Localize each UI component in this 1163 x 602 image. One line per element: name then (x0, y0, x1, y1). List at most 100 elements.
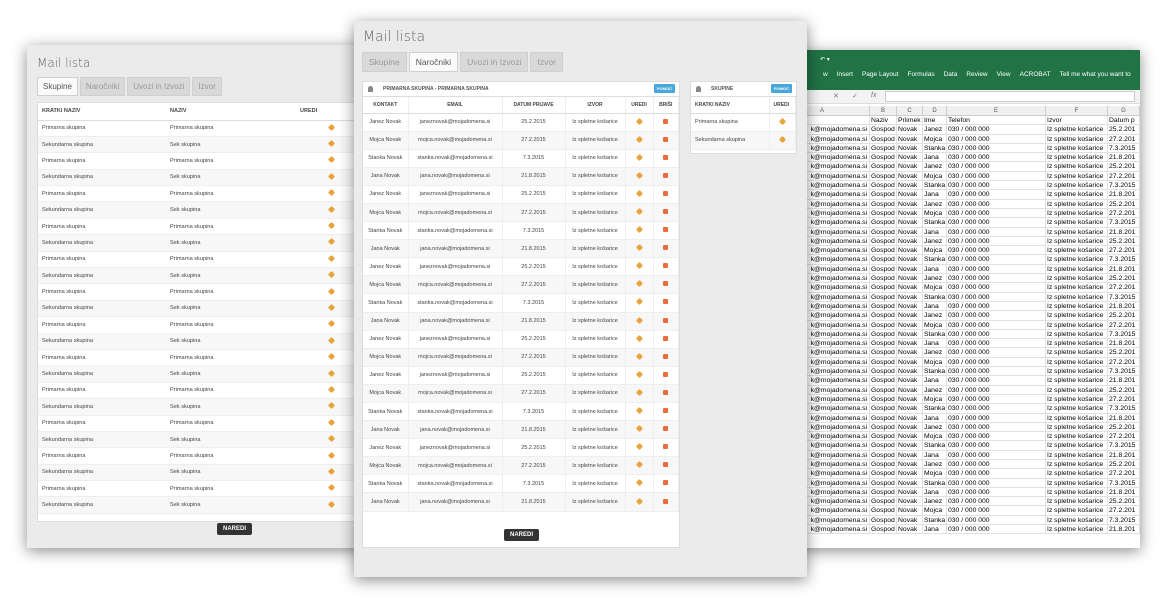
sheet-cell[interactable]: Jana (923, 153, 947, 162)
pencil-icon[interactable] (327, 189, 335, 197)
header-short-name[interactable]: KRATKI NAZIV (38, 103, 166, 121)
pencil-icon[interactable] (635, 443, 643, 451)
sheet-cell[interactable]: Novak (897, 459, 923, 469)
sheet-cell[interactable]: Mojca (923, 134, 947, 143)
header-source[interactable]: IZVOR (565, 97, 626, 114)
delete-icon[interactable] (663, 299, 669, 305)
sheet-cell[interactable]: 030 / 000 000 (947, 236, 1046, 246)
ribbon-tab[interactable]: ACROBAT (1020, 71, 1051, 78)
sheet-cell[interactable]: Iz spletne košarice (1046, 153, 1108, 162)
sheet-cell[interactable]: Novak (897, 413, 923, 422)
sheet-cell[interactable]: Novak (897, 171, 923, 181)
sheet-cell[interactable]: 030 / 000 000 (947, 329, 1046, 339)
sheet-cell[interactable]: Novak (897, 487, 923, 497)
sheet-cell[interactable]: Novak (897, 236, 923, 246)
sheet-cell[interactable]: 7.3.2015 (1108, 478, 1140, 487)
sheet-cell[interactable]: 21.8.201 (1108, 413, 1140, 422)
tab-uvozi-izvozi[interactable]: Uvozi in Izvozi (127, 77, 191, 96)
sheet-cell[interactable]: 030 / 000 000 (947, 357, 1046, 367)
sheet-cell[interactable]: Novak (897, 515, 923, 525)
sheet-cell[interactable]: 7.3.2015 (1108, 404, 1140, 413)
sheet-cell[interactable]: Gospod (870, 255, 897, 264)
sheet-cell[interactable]: 030 / 000 000 (947, 134, 1046, 143)
column-letter[interactable]: G (1108, 106, 1140, 115)
sheet-cell[interactable]: 030 / 000 000 (947, 171, 1046, 181)
sheet-cell[interactable]: 25.2.201 (1108, 422, 1140, 432)
pencil-icon[interactable] (327, 369, 335, 377)
ribbon-tab[interactable]: Tell me what you want to (1060, 71, 1131, 78)
sheet-cell[interactable]: Iz spletne košarice (1046, 320, 1108, 329)
create-button[interactable]: NAREDI (217, 523, 253, 535)
sheet-cell[interactable]: Iz spletne košarice (1046, 422, 1108, 432)
sheet-cell[interactable]: 27.2.201 (1108, 246, 1140, 255)
sheet-cell[interactable]: Janez (923, 125, 947, 134)
sheet-cell[interactable]: 030 / 000 000 (947, 339, 1046, 348)
sheet-cell[interactable]: Gospod (870, 515, 897, 525)
sheet-cell[interactable]: Iz spletne košarice (1046, 190, 1108, 199)
sheet-cell[interactable]: Iz spletne košarice (1046, 394, 1108, 404)
delete-icon[interactable] (663, 408, 669, 414)
sheet-cell[interactable]: Iz spletne košarice (1046, 134, 1108, 143)
sheet-cell[interactable]: Novak (897, 283, 923, 292)
side-help-button[interactable]: POMOČ (770, 84, 792, 93)
pencil-icon[interactable] (635, 189, 643, 197)
sheet-cell[interactable]: 25.2.201 (1108, 459, 1140, 469)
delete-icon[interactable] (663, 462, 669, 468)
sheet-cell[interactable]: 21.8.201 (1108, 227, 1140, 236)
sheet-cell[interactable]: 030 / 000 000 (947, 367, 1046, 376)
pencil-icon[interactable] (327, 353, 335, 361)
ribbon-tab[interactable]: Data (944, 71, 958, 78)
sheet-cell[interactable]: Novak (897, 292, 923, 301)
sheet-cell[interactable]: 030 / 000 000 (947, 292, 1046, 301)
sheet-cell[interactable]: 27.2.201 (1108, 171, 1140, 181)
sheet-header-cell[interactable]: Ime (923, 116, 947, 125)
sheet-cell[interactable]: 27.2.201 (1108, 134, 1140, 143)
sheet-cell[interactable]: Gospod (870, 153, 897, 162)
delete-icon[interactable] (663, 317, 669, 323)
tab-skupine[interactable]: Skupine (362, 52, 407, 72)
sheet-cell[interactable]: Gospod (870, 413, 897, 422)
delete-icon[interactable] (663, 371, 669, 377)
sheet-header-cell[interactable]: Izvor (1046, 116, 1108, 125)
sheet-cell[interactable]: 030 / 000 000 (947, 190, 1046, 199)
ribbon-tab[interactable]: Review (966, 71, 987, 78)
sheet-cell[interactable]: Gospod (870, 469, 897, 478)
sheet-cell[interactable]: Gospod (870, 134, 897, 143)
sheet-cell[interactable]: Gospod (870, 236, 897, 246)
sheet-cell[interactable]: Iz spletne košarice (1046, 478, 1108, 487)
sheet-cell[interactable]: 030 / 000 000 (947, 348, 1046, 357)
pencil-icon[interactable] (635, 497, 643, 505)
sheet-cell[interactable]: Jana (923, 525, 947, 534)
sheet-cell[interactable]: Iz spletne košarice (1046, 441, 1108, 450)
sheet-cell[interactable]: Iz spletne košarice (1046, 385, 1108, 394)
sheet-cell[interactable]: Novak (897, 181, 923, 190)
sheet-cell[interactable]: 030 / 000 000 (947, 153, 1046, 162)
sheet-cell[interactable]: 7.3.2015 (1108, 255, 1140, 264)
sheet-cell[interactable]: Gospod (870, 432, 897, 441)
sheet-cell[interactable]: Gospod (870, 171, 897, 181)
sheet-cell[interactable]: 27.2.201 (1108, 469, 1140, 478)
sheet-cell[interactable]: 7.3.2015 (1108, 292, 1140, 301)
sheet-cell[interactable]: 030 / 000 000 (947, 181, 1046, 190)
sheet-cell[interactable]: Mojca (923, 506, 947, 515)
pencil-icon[interactable] (327, 140, 335, 148)
sheet-cell[interactable]: 7.3.2015 (1108, 329, 1140, 339)
sheet-cell[interactable]: Iz spletne košarice (1046, 311, 1108, 320)
sheet-cell[interactable]: 27.2.201 (1108, 394, 1140, 404)
sheet-cell[interactable]: Stanka (923, 441, 947, 450)
sheet-cell[interactable]: Iz spletne košarice (1046, 143, 1108, 153)
sheet-cell[interactable]: Novak (897, 432, 923, 441)
tab-skupine[interactable]: Skupine (37, 77, 78, 96)
sheet-cell[interactable]: Novak (897, 422, 923, 432)
pencil-icon[interactable] (635, 407, 643, 415)
sheet-cell[interactable]: Stanka (923, 292, 947, 301)
sheet-cell[interactable]: 27.2.201 (1108, 320, 1140, 329)
sheet-cell[interactable]: Stanka (923, 143, 947, 153)
sheet-cell[interactable]: Novak (897, 348, 923, 357)
sheet-cell[interactable]: Gospod (870, 274, 897, 283)
sheet-cell[interactable]: Stanka (923, 367, 947, 376)
sheet-cell[interactable]: 030 / 000 000 (947, 255, 1046, 264)
sheet-cell[interactable]: Iz spletne košarice (1046, 515, 1108, 525)
column-letter[interactable]: D (923, 106, 947, 115)
sheet-cell[interactable]: Iz spletne košarice (1046, 274, 1108, 283)
